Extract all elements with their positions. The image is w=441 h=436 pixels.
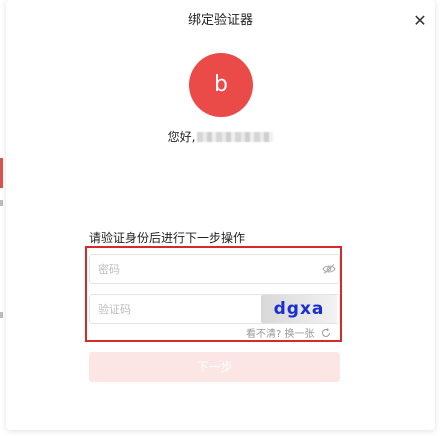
dialog-title: 绑定验证器	[187, 13, 253, 28]
next-step-button[interactable]: 下一步	[89, 352, 340, 382]
masked-username	[197, 132, 274, 142]
verify-instruction: 请验证身份后进行下一步操作	[89, 231, 246, 245]
captcha-image[interactable]: dgxa	[261, 295, 337, 323]
captcha-code: dgxa	[273, 299, 325, 319]
eye-icon[interactable]	[322, 263, 336, 275]
captcha-refresh-row: 看不清? 换一张	[246, 328, 331, 342]
avatar: b	[189, 53, 253, 117]
refresh-icon[interactable]	[321, 328, 331, 338]
refresh-prompt: 看不清?	[246, 329, 282, 340]
password-field[interactable]	[89, 254, 340, 284]
greeting: 您好,	[6, 129, 435, 145]
refresh-captcha-link[interactable]: 换一张	[285, 329, 315, 340]
background-page-mark	[0, 312, 3, 318]
background-page-mark	[0, 200, 3, 206]
background-page-accent	[0, 158, 3, 188]
password-input[interactable]	[98, 261, 298, 277]
greeting-text: 您好,	[167, 130, 196, 144]
close-icon[interactable]: ✕	[411, 12, 429, 30]
